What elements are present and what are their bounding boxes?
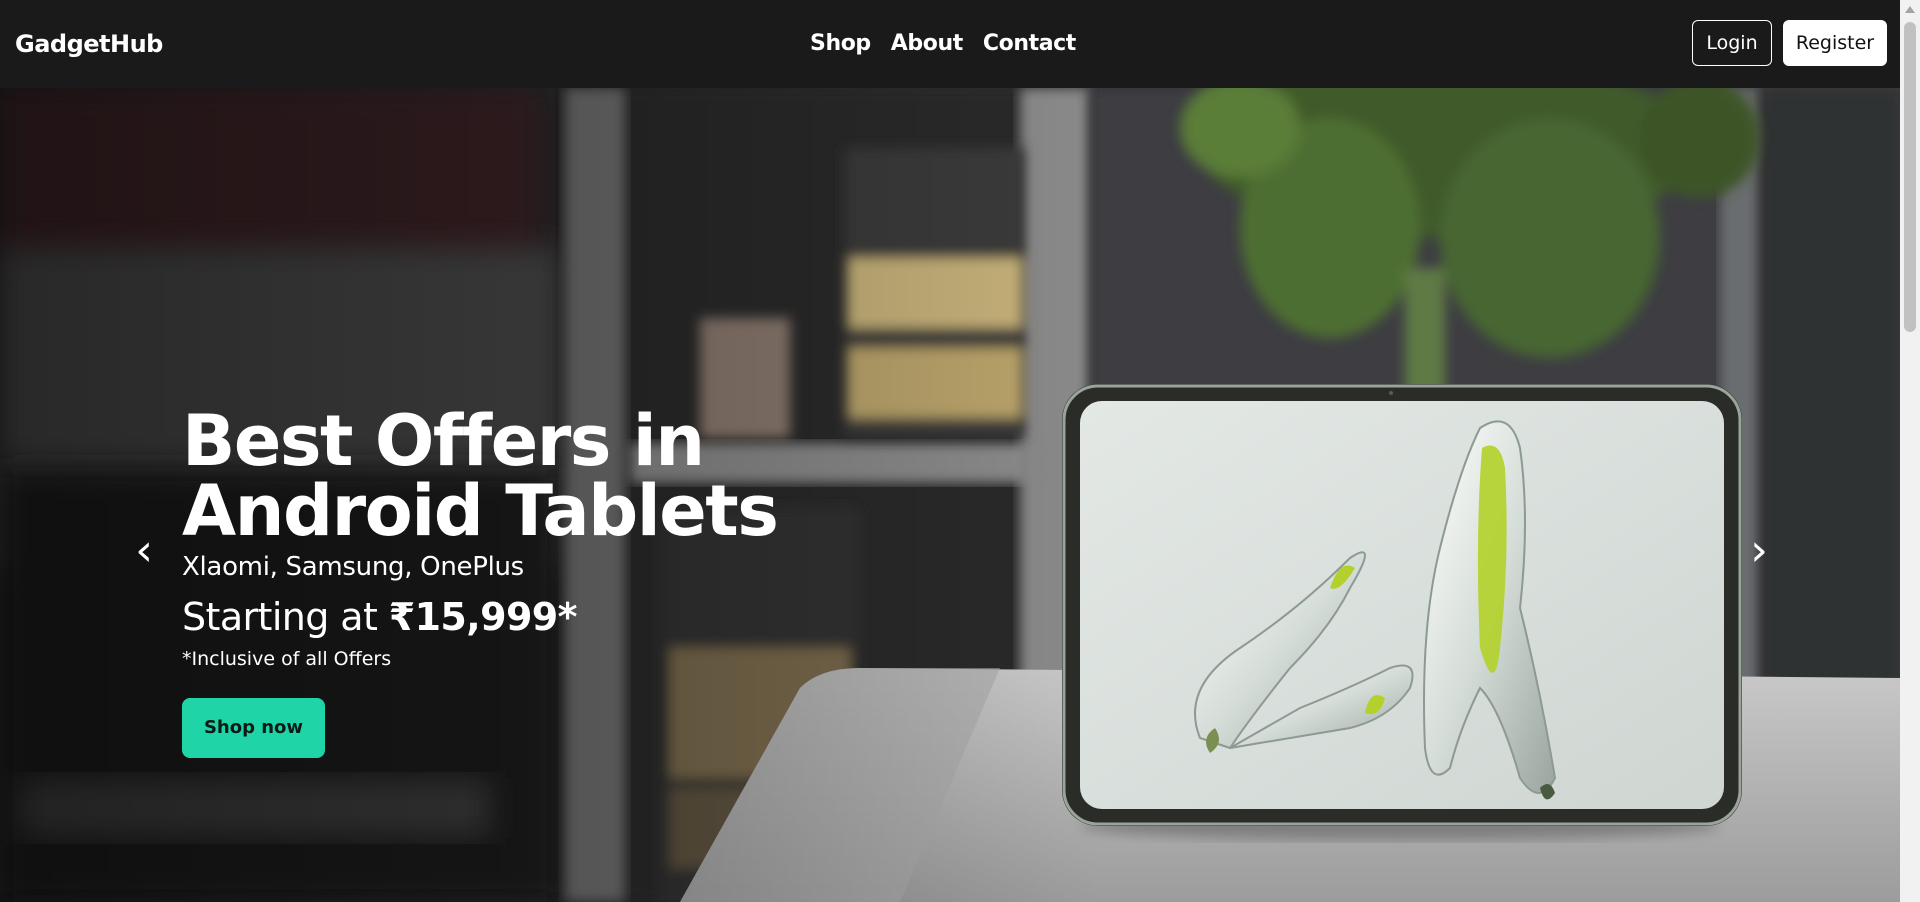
carousel-prev-icon[interactable]: ‹ bbox=[124, 526, 164, 576]
hero-carousel: ‹ › Best Offers in Android Tablets Xlaom… bbox=[0, 88, 1900, 902]
hero-note: *Inclusive of all Offers bbox=[182, 648, 392, 670]
price-prefix: Starting at bbox=[182, 595, 389, 639]
tablet-illustration bbox=[1062, 384, 1742, 840]
shop-now-button[interactable]: Shop now bbox=[182, 698, 325, 758]
login-button[interactable]: Login bbox=[1692, 20, 1772, 66]
nav-links: Shop About Contact bbox=[810, 28, 1076, 60]
hero-price: Starting at ₹15,999* bbox=[182, 594, 802, 640]
register-button[interactable]: Register bbox=[1783, 20, 1887, 66]
page-scrollbar[interactable] bbox=[1900, 0, 1920, 902]
carousel-next-icon[interactable]: › bbox=[1739, 526, 1779, 576]
brand-logo[interactable]: GadgetHub bbox=[15, 28, 163, 60]
hero-title: Best Offers in Android Tablets bbox=[182, 400, 779, 552]
nav-link-about[interactable]: About bbox=[891, 28, 963, 60]
page: GadgetHub Shop About Contact Login Regis… bbox=[0, 0, 1920, 902]
nav-link-contact[interactable]: Contact bbox=[983, 28, 1076, 60]
navbar: GadgetHub Shop About Contact Login Regis… bbox=[0, 0, 1900, 88]
hero-caption: Best Offers in Android Tablets Xlaomi, S… bbox=[182, 406, 802, 758]
scroll-up-icon[interactable] bbox=[1905, 6, 1915, 13]
nav-link-shop[interactable]: Shop bbox=[810, 28, 871, 60]
price-amount: ₹15,999* bbox=[388, 595, 578, 639]
scroll-thumb[interactable] bbox=[1904, 22, 1916, 332]
hero-brands: Xlaomi, Samsung, OnePlus bbox=[182, 552, 524, 582]
